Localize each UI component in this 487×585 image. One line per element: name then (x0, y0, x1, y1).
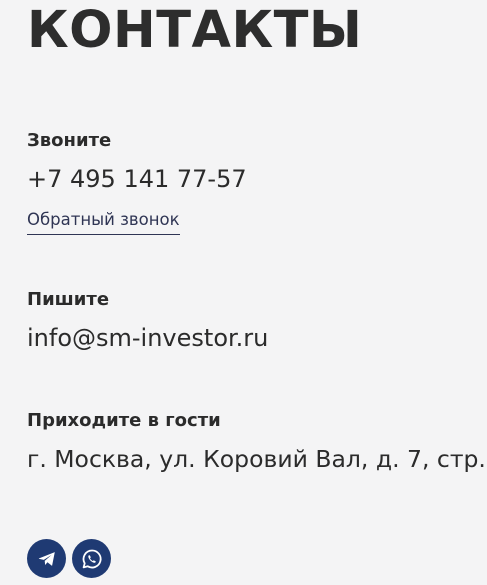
whatsapp-button[interactable] (72, 539, 111, 578)
visit-label: Приходите в гости (27, 410, 221, 431)
telegram-icon (38, 551, 55, 566)
call-label: Звоните (27, 130, 112, 151)
telegram-button[interactable] (27, 539, 66, 578)
phone-number[interactable]: +7 495 141 77-57 (27, 164, 247, 194)
email-address[interactable]: info@sm-investor.ru (27, 323, 268, 353)
social-links (27, 539, 111, 578)
address: г. Москва, ул. Коровий Вал, д. 7, стр. 1 (27, 445, 487, 473)
callback-link[interactable]: Обратный звонок (27, 209, 180, 235)
contacts-page: КОНТАКТЫ Звоните +7 495 141 77-57 Обратн… (0, 0, 487, 585)
page-title: КОНТАКТЫ (27, 1, 363, 60)
write-label: Пишите (27, 289, 110, 310)
whatsapp-icon (82, 549, 101, 568)
